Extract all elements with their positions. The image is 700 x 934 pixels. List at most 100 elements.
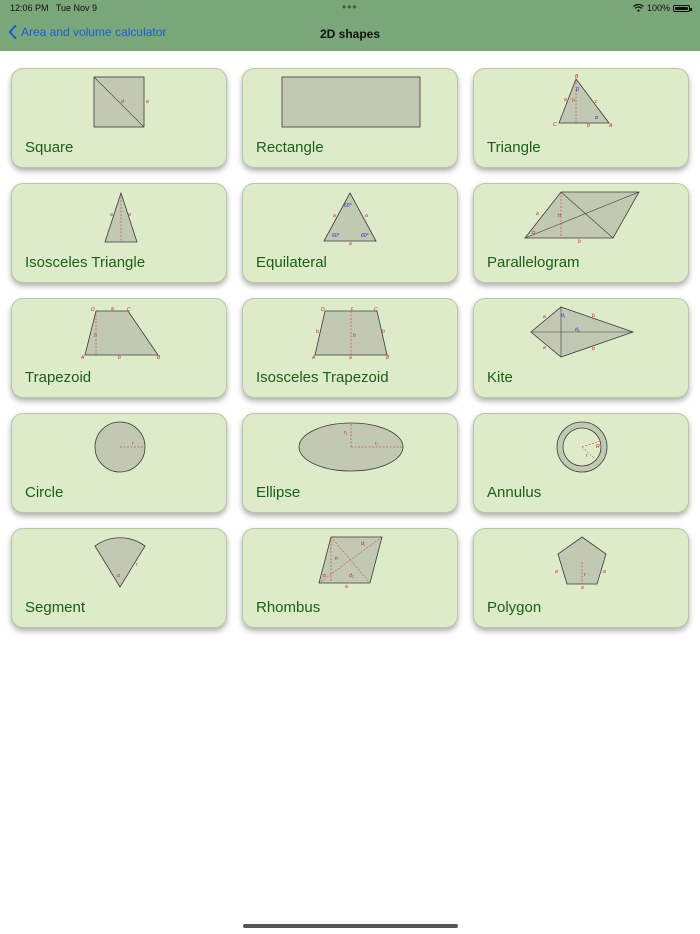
svg-text:a: a [581, 585, 584, 591]
svg-text:b: b [587, 123, 590, 129]
status-date-text: Tue Nov 9 [55, 3, 98, 13]
svg-text:A: A [80, 355, 85, 361]
svg-text:B: B [157, 355, 161, 361]
shape-card-rectangle[interactable]: Rectangle [242, 68, 458, 168]
shape-label: Polygon [487, 599, 542, 616]
shape-card-isosceles-triangle[interactable]: a a Isosceles Triangle [11, 183, 227, 283]
shape-label: Annulus [487, 484, 542, 501]
svg-text:a: a [555, 569, 558, 575]
svg-text:d₁: d₁ [361, 541, 366, 547]
status-time: 12:06 PM Tue Nov 9 [10, 3, 97, 13]
svg-text:h: h [572, 98, 575, 104]
svg-text:b: b [382, 329, 385, 335]
svg-text:d₂: d₂ [575, 327, 580, 333]
rectangle-icon [281, 76, 421, 128]
svg-text:a: a [536, 211, 539, 217]
status-indicators: 100% [633, 3, 692, 13]
shape-card-parallelogram[interactable]: a h b α Parallelogram [473, 183, 689, 283]
circle-icon: r [94, 421, 146, 473]
svg-text:a: a [543, 345, 546, 351]
shape-label: Isosceles Triangle [25, 254, 146, 271]
svg-text:h: h [353, 333, 356, 339]
svg-text:a: a [349, 355, 352, 361]
annulus-icon: R r [556, 421, 608, 473]
multitasking-dots-icon[interactable]: ••• [342, 0, 358, 14]
svg-text:a: a [603, 569, 606, 575]
svg-text:α: α [117, 573, 120, 579]
shape-label: Rectangle [256, 139, 324, 156]
svg-text:a: a [543, 314, 546, 320]
shape-card-equilateral[interactable]: 60° 60° 60° a a a Equilateral [242, 183, 458, 283]
svg-text:a: a [365, 213, 368, 219]
svg-text:α: α [595, 115, 598, 121]
svg-text:a: a [111, 306, 114, 312]
ellipse-icon: r₁ r₂ [298, 422, 404, 472]
shape-label: Rhombus [256, 599, 321, 616]
shape-label: Kite [487, 369, 513, 386]
svg-text:a: a [128, 212, 131, 218]
svg-text:b: b [118, 355, 121, 361]
svg-text:a: a [349, 241, 352, 247]
svg-text:d₁: d₁ [561, 313, 566, 319]
shape-label: Ellipse [256, 484, 301, 501]
svg-text:α: α [532, 230, 535, 236]
triangle-icon: B C A h b c a α β [553, 74, 613, 129]
svg-text:d: d [121, 99, 124, 105]
shape-label: Circle [25, 484, 64, 501]
svg-text:a: a [110, 212, 113, 218]
isosceles-trapezoid-icon: D c C b b h A a B [311, 306, 390, 361]
svg-text:b: b [592, 346, 595, 352]
shape-card-segment[interactable]: α r Segment [11, 528, 227, 628]
shape-card-ellipse[interactable]: r₁ r₂ Ellipse [242, 413, 458, 513]
segment-icon: α r [94, 537, 146, 588]
svg-text:b: b [578, 239, 581, 245]
page-title: 2D shapes [319, 27, 381, 41]
kite-icon: a a b b d₁ d₂ [530, 306, 635, 358]
svg-text:D: D [91, 307, 95, 313]
svg-text:h: h [558, 213, 561, 219]
svg-text:b: b [592, 313, 595, 319]
svg-text:r₁: r₁ [344, 430, 348, 436]
status-time-text: 12:06 PM [10, 3, 49, 13]
svg-text:c: c [595, 99, 598, 105]
svg-text:C: C [127, 307, 131, 313]
battery-percent: 100% [646, 3, 670, 13]
shape-card-trapezoid[interactable]: D a C h A b B Trapezoid [11, 298, 227, 398]
svg-text:a: a [333, 213, 336, 219]
svg-text:a: a [564, 97, 567, 103]
shape-card-circle[interactable]: r Circle [11, 413, 227, 513]
parallelogram-icon: a h b α [524, 191, 640, 245]
svg-text:α: α [323, 573, 326, 579]
home-indicator[interactable] [243, 924, 458, 928]
shape-card-kite[interactable]: a a b b d₁ d₂ Kite [473, 298, 689, 398]
shape-label: Segment [25, 599, 86, 616]
svg-text:60°: 60° [332, 233, 340, 239]
svg-text:A: A [608, 123, 613, 129]
shape-card-triangle[interactable]: B C A h b c a α β Triangle [473, 68, 689, 168]
svg-text:B: B [575, 74, 579, 80]
shape-label: Equilateral [256, 254, 327, 271]
svg-text:r₂: r₂ [375, 441, 379, 447]
shape-label: Trapezoid [25, 369, 92, 386]
svg-text:h: h [335, 556, 338, 562]
svg-text:60°: 60° [344, 203, 352, 209]
svg-text:A: A [311, 355, 316, 361]
shape-label: Square [25, 139, 74, 156]
svg-text:d₂: d₂ [349, 573, 354, 579]
shape-card-polygon[interactable]: r a a a Polygon [473, 528, 689, 628]
svg-text:C: C [553, 122, 557, 128]
rhombus-icon: d₁ d₂ h a α [318, 536, 383, 590]
shape-card-rhombus[interactable]: d₁ d₂ h a α Rhombus [242, 528, 458, 628]
square-icon: d a [93, 76, 149, 128]
shape-card-annulus[interactable]: R r Annulus [473, 413, 689, 513]
shape-label: Isosceles Trapezoid [256, 369, 389, 386]
svg-text:a: a [146, 99, 149, 105]
svg-text:D: D [321, 307, 325, 313]
shape-label: Parallelogram [487, 254, 580, 271]
shape-card-square[interactable]: d a Square [11, 68, 227, 168]
shape-card-isosceles-trapezoid[interactable]: D c C b b h A a B Isosceles Trapezoid [242, 298, 458, 398]
trapezoid-icon: D a C h A b B [80, 306, 161, 361]
battery-icon [673, 4, 692, 12]
svg-text:60°: 60° [361, 233, 369, 239]
svg-text:C: C [374, 307, 378, 313]
